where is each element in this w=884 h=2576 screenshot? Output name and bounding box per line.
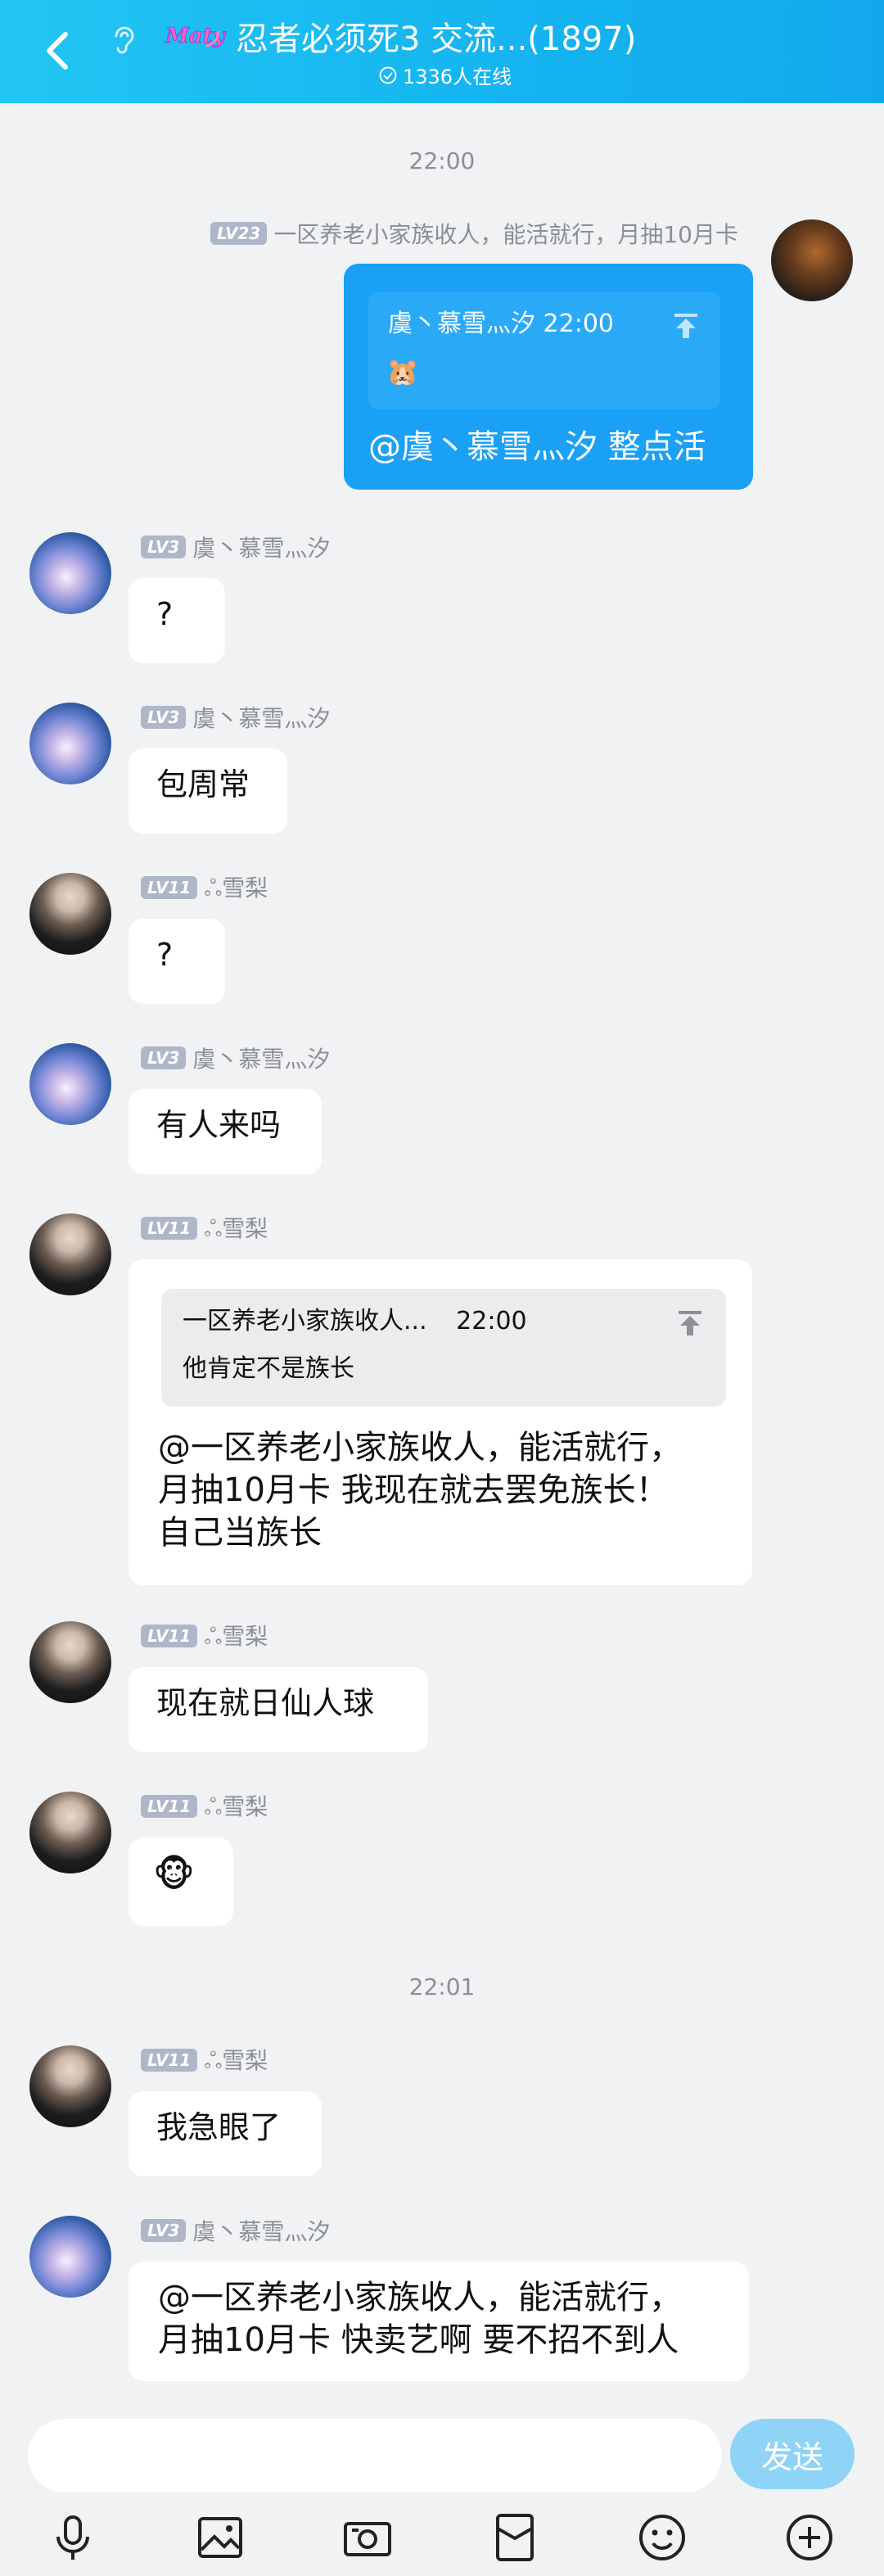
message-bubble[interactable]: 我急眼了	[129, 2091, 322, 2176]
pin-top-icon[interactable]	[675, 1308, 705, 1338]
avatar[interactable]	[29, 1621, 111, 1703]
message-bubble[interactable]: 现在就日仙人球	[129, 1667, 428, 1752]
sender-name-row: LV11 ஃ雪梨	[141, 1790, 268, 1823]
sender-name[interactable]: ஃ雪梨	[204, 2043, 268, 2077]
message-bubble[interactable]: ?	[129, 578, 225, 663]
sender-name[interactable]: 虞丶慕雪灬汐	[192, 531, 330, 563]
group-title-bar[interactable]: Maty 忍者必须死3 交流...(1897)	[164, 11, 637, 61]
message-bubble[interactable]: 有人来吗	[129, 1089, 322, 1174]
sender-name[interactable]: 虞丶慕雪灬汐	[192, 1042, 330, 1074]
avatar[interactable]	[29, 873, 111, 955]
avatar[interactable]	[29, 1213, 111, 1295]
level-badge: LV11	[141, 1795, 198, 1818]
sender-name-row: LV11 ஃ雪梨	[141, 2044, 268, 2077]
avatar[interactable]	[29, 1043, 111, 1125]
avatar[interactable]	[29, 532, 111, 614]
sender-name-row: LV11 ஃ雪梨	[141, 1212, 268, 1245]
message-bubble[interactable]: 虞丶慕雪灬汐 22:00 🐹 @虞丶慕雪灬汐 整点活	[344, 264, 753, 490]
timestamp: 22:01	[408, 1973, 476, 2000]
level-badge: LV3	[141, 1046, 187, 1069]
avatar[interactable]	[29, 2216, 111, 2298]
sender-name-row: LV11 ஃ雪梨	[141, 871, 268, 904]
avatar[interactable]	[29, 1792, 111, 1873]
bottom-toolbar	[0, 2499, 884, 2576]
message-bubble[interactable]: 一区养老小家族收人... 22:00 他肯定不是族长 @一区养老小家族收人，能活…	[129, 1259, 752, 1585]
message-text: @一区养老小家族收人，能活就行， 月抽10月卡 快卖艺啊 要不招不到人	[158, 2279, 682, 2359]
plus-icon[interactable]	[781, 2509, 838, 2566]
sender-name-row: LV11 ஃ雪梨	[141, 1620, 268, 1652]
level-badge: LV11	[141, 876, 198, 899]
avatar[interactable]	[29, 703, 111, 784]
message-text: ?	[156, 596, 174, 632]
sender-name[interactable]: ஃ雪梨	[204, 1619, 268, 1653]
ear-icon[interactable]	[106, 21, 142, 57]
input-bar: 发送	[0, 2401, 884, 2499]
sender-name[interactable]: ஃ雪梨	[204, 1211, 268, 1245]
sender-name[interactable]: 虞丶慕雪灬汐	[192, 2214, 330, 2247]
sender-name-row: LV3 虞丶慕雪灬汐	[141, 531, 330, 563]
sender-name-row: LV3 虞丶慕雪灬汐	[141, 1042, 330, 1074]
message-text: 包周常	[156, 766, 250, 802]
quoted-sender: 一区养老小家族收人...	[183, 1307, 427, 1335]
message-bubble[interactable]: 包周常	[129, 748, 287, 834]
level-badge: LV11	[141, 1625, 198, 1647]
level-badge: LV3	[141, 536, 187, 558]
sender-name-row: LV3 虞丶慕雪灬汐	[141, 2214, 330, 2247]
message-emoji: 🐵	[153, 1854, 195, 1896]
level-badge: LV23	[210, 222, 268, 245]
camera-icon[interactable]	[339, 2509, 396, 2566]
quoted-text: 他肯定不是族长	[183, 1354, 354, 1383]
level-badge: LV11	[141, 1217, 198, 1240]
message-input[interactable]	[28, 2419, 722, 2492]
quoted-time: 22:00	[456, 1307, 527, 1335]
level-badge: LV3	[141, 2219, 187, 2242]
message-bubble[interactable]: ?	[129, 919, 225, 1004]
quoted-sender: 虞丶慕雪灬汐 22:00	[388, 310, 614, 338]
timestamp: 22:00	[408, 147, 476, 174]
level-badge: LV11	[141, 2049, 198, 2072]
quoted-emoji: 🐹	[386, 356, 419, 387]
vip-badge-icon: Maty	[165, 24, 227, 49]
sender-name[interactable]: 一区养老小家族收人，能活就行，月抽10月卡	[273, 217, 738, 250]
sender-name[interactable]: ஃ雪梨	[204, 870, 268, 905]
sender-name-row: LV3 虞丶慕雪灬汐	[141, 701, 330, 734]
red-packet-icon[interactable]	[486, 2509, 543, 2566]
online-count: 1336人在线	[378, 61, 512, 89]
message-bubble[interactable]: 🐵	[129, 1837, 233, 1926]
level-badge: LV3	[141, 706, 187, 729]
back-arrow-icon[interactable]	[38, 26, 79, 75]
online-check-icon	[379, 66, 397, 84]
sender-name-row: LV23 一区养老小家族收人，能活就行，月抽10月卡	[210, 217, 738, 250]
message-bubble[interactable]: @一区养老小家族收人，能活就行， 月抽10月卡 快卖艺啊 要不招不到人	[129, 2262, 749, 2381]
message-text: @虞丶慕雪灬汐 整点活	[368, 428, 706, 466]
message-text: 有人来吗	[156, 1107, 282, 1143]
avatar[interactable]	[29, 2045, 111, 2127]
message-text: 现在就日仙人球	[156, 1685, 375, 1721]
pin-top-icon[interactable]	[671, 311, 701, 341]
sender-name[interactable]: ஃ雪梨	[204, 1789, 268, 1824]
emoji-icon[interactable]	[634, 2509, 691, 2566]
picture-icon[interactable]	[192, 2509, 249, 2566]
quoted-message[interactable]: 一区养老小家族收人... 22:00 他肯定不是族长	[161, 1289, 726, 1407]
send-button[interactable]: 发送	[730, 2419, 855, 2489]
message-text: 我急眼了	[156, 2109, 282, 2145]
quoted-message[interactable]: 虞丶慕雪灬汐 22:00 🐹	[368, 291, 720, 409]
quoted-sender-row: 一区养老小家族收人... 22:00	[183, 1305, 527, 1338]
message-text: @一区养老小家族收人，能活就行， 月抽10月卡 我现在就去罢免族长！ 自己当族长	[158, 1429, 682, 1552]
mic-icon[interactable]	[44, 2509, 101, 2566]
avatar[interactable]	[771, 219, 853, 301]
message-text: ?	[156, 937, 174, 973]
sender-name[interactable]: 虞丶慕雪灬汐	[192, 701, 330, 734]
chat-header: Maty 忍者必须死3 交流...(1897) 1336人在线	[0, 0, 884, 103]
group-title: 忍者必须死3 交流...(1897)	[236, 20, 637, 58]
